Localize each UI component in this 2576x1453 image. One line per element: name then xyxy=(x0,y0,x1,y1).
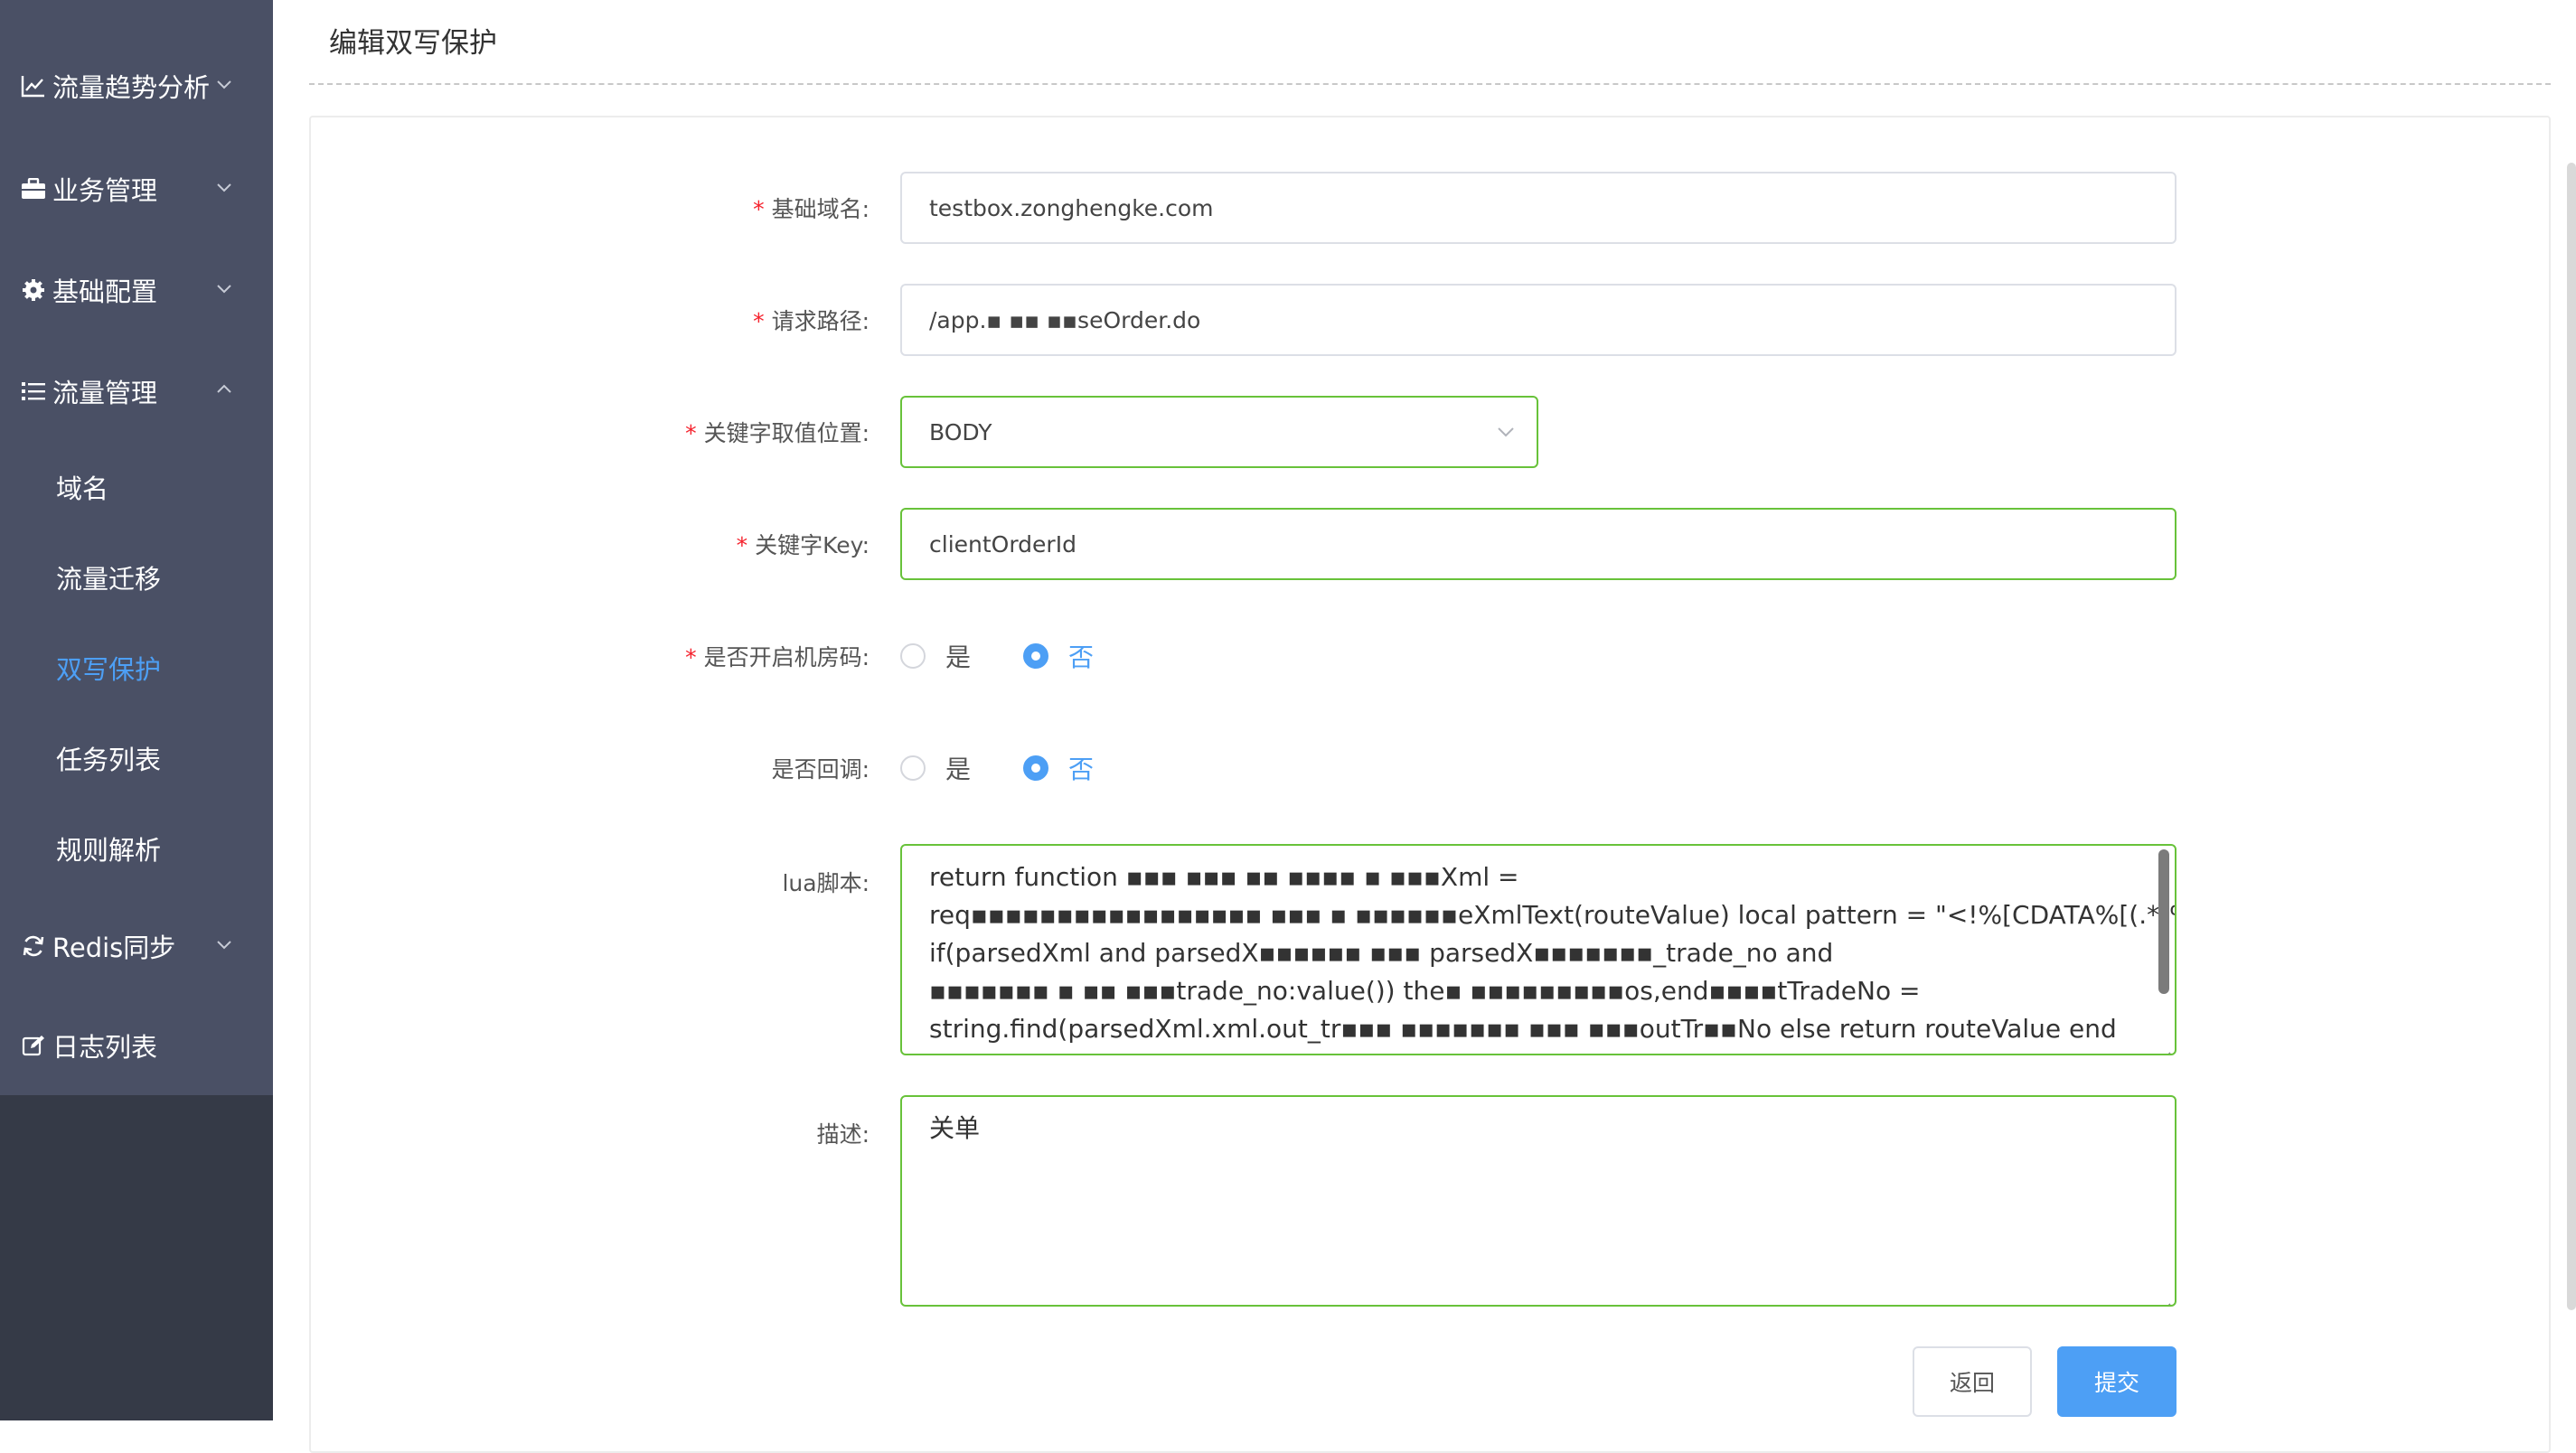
lua-script-textarea[interactable]: return function ▪▪▪ ▪▪▪ ▪▪ ▪▪▪▪ ▪ ▪▪▪Xml… xyxy=(900,844,2176,1055)
sidebar-item-label: Redis同步 xyxy=(52,933,176,963)
key-location-value: BODY xyxy=(929,418,992,445)
key-value: clientOrderId xyxy=(929,530,1076,558)
callback-radio-group: 是 否 xyxy=(900,750,1146,786)
required-mark: * xyxy=(753,308,765,334)
chevron-down-icon xyxy=(213,931,235,952)
page-title: 编辑双写保护 xyxy=(329,27,497,60)
radio-label: 是 xyxy=(945,642,972,672)
required-mark: * xyxy=(736,532,748,558)
datacenter-radio-yes[interactable]: 是 xyxy=(900,638,971,674)
required-mark: * xyxy=(685,644,697,670)
back-button[interactable]: 返回 xyxy=(1913,1346,2032,1417)
datacenter-label: * 是否开启机房码: xyxy=(685,644,870,670)
chevron-down-icon xyxy=(213,70,235,92)
sidebar: 流量趋势分析 业务管理 基础配置 流量管理 域名 流量迁移 双写保护 任务列表 … xyxy=(0,0,273,1420)
radio-label: 是 xyxy=(945,755,972,784)
chevron-down-icon xyxy=(213,173,235,195)
line-chart-icon xyxy=(20,72,47,99)
required-mark: * xyxy=(753,196,765,222)
description-textarea[interactable]: 关单 xyxy=(900,1095,2176,1307)
sidebar-item-business[interactable]: 业务管理 xyxy=(0,148,273,230)
list-icon xyxy=(20,378,47,405)
submit-button[interactable]: 提交 xyxy=(2057,1346,2176,1417)
lua-line: if(parsedXml and parsedX▪▪▪▪▪▪ ▪▪▪ parse… xyxy=(929,938,1834,968)
callback-label: 是否回调: xyxy=(771,756,870,783)
sidebar-item-label: 日志列表 xyxy=(52,1032,158,1063)
callback-radio-yes[interactable]: 是 xyxy=(900,750,971,786)
lua-line: return function ▪▪▪ ▪▪▪ ▪▪ ▪▪▪▪ ▪ ▪▪▪Xml… xyxy=(929,862,1519,892)
radio-circle xyxy=(1023,643,1049,669)
key-location-label: * 关键字取值位置: xyxy=(685,420,870,446)
callback-radio-no[interactable]: 否 xyxy=(1023,750,1094,786)
sidebar-item-traffic-management[interactable]: 流量管理 xyxy=(0,351,273,432)
chevron-down-icon xyxy=(1495,421,1517,443)
sidebar-subitem-domain[interactable]: 域名 xyxy=(0,446,273,528)
domain-label: * 基础域名: xyxy=(753,196,870,222)
page-scrollbar[interactable] xyxy=(2567,163,2576,1310)
lua-line: string.find(parsedXml.xml.out_tr▪▪▪ ▪▪▪▪… xyxy=(929,1014,2117,1044)
domain-value: testbox.zonghengke.com xyxy=(929,194,1214,221)
edit-icon xyxy=(20,1032,47,1059)
sidebar-subitem-task-list[interactable]: 任务列表 xyxy=(0,717,273,799)
sidebar-item-basic-config[interactable]: 基础配置 xyxy=(0,249,273,331)
chevron-up-icon xyxy=(213,376,235,398)
datacenter-radio-no[interactable]: 否 xyxy=(1023,638,1094,674)
chevron-down-icon xyxy=(213,275,235,296)
gear-icon xyxy=(20,277,47,304)
briefcase-icon xyxy=(20,175,47,202)
sidebar-item-label: 业务管理 xyxy=(52,175,158,206)
description-value: 关单 xyxy=(929,1113,981,1143)
resize-grip-icon[interactable] xyxy=(2157,1287,2171,1305)
textarea-scrollbar[interactable] xyxy=(2158,849,2169,994)
sidebar-item-traffic-trend[interactable]: 流量趋势分析 xyxy=(0,45,273,127)
path-input[interactable]: /app.▪ ▪▪ ▪▪seOrder.do xyxy=(900,284,2176,356)
required-mark: * xyxy=(685,420,697,446)
datacenter-radio-group: 是 否 xyxy=(900,638,1146,674)
radio-circle xyxy=(900,755,926,781)
title-divider xyxy=(309,83,2551,85)
key-label: * 关键字Key: xyxy=(736,532,870,558)
sidebar-item-label: 基础配置 xyxy=(52,277,158,307)
radio-label: 否 xyxy=(1068,642,1095,672)
lua-line: req▪▪▪▪▪▪▪▪▪▪▪▪▪▪▪▪▪ ▪▪▪ ▪ ▪▪▪▪▪▪eXmlTex… xyxy=(929,900,2176,930)
key-input[interactable]: clientOrderId xyxy=(900,508,2176,580)
path-value: /app.▪ ▪▪ ▪▪seOrder.do xyxy=(929,306,1201,333)
radio-circle xyxy=(900,643,926,669)
sidebar-subitem-dual-write-protection[interactable]: 双写保护 xyxy=(0,627,273,708)
sidebar-item-label: 流量趋势分析 xyxy=(52,72,211,103)
sidebar-subitem-traffic-migration[interactable]: 流量迁移 xyxy=(0,537,273,618)
resize-grip-icon[interactable] xyxy=(2157,1036,2171,1054)
domain-input[interactable]: testbox.zonghengke.com xyxy=(900,172,2176,244)
description-label: 描述: xyxy=(816,1121,870,1148)
sidebar-item-log-list[interactable]: 日志列表 xyxy=(0,1005,273,1086)
sync-icon xyxy=(20,933,47,960)
path-label: * 请求路径: xyxy=(753,308,870,334)
lua-line: ▪▪▪▪▪▪▪ ▪ ▪▪ ▪▪▪trade_no:value()) the▪ ▪… xyxy=(929,976,1921,1006)
sidebar-subitem-rule-parsing[interactable]: 规则解析 xyxy=(0,808,273,889)
lua-label: lua脚本: xyxy=(782,870,870,896)
sidebar-item-redis-sync[interactable]: Redis同步 xyxy=(0,905,273,987)
sidebar-menu: 流量趋势分析 业务管理 基础配置 流量管理 域名 流量迁移 双写保护 任务列表 … xyxy=(0,0,273,1095)
key-location-select[interactable]: BODY xyxy=(900,396,1538,468)
radio-circle xyxy=(1023,755,1049,781)
sidebar-item-label: 流量管理 xyxy=(52,378,158,408)
radio-label: 否 xyxy=(1068,755,1095,784)
